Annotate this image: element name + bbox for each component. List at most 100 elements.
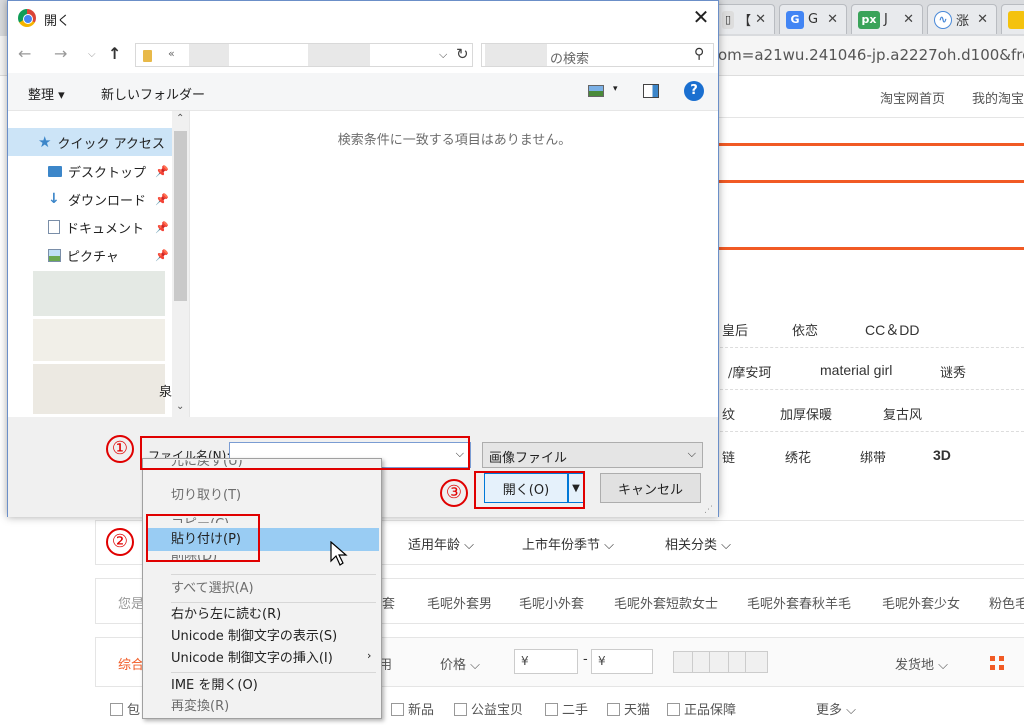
new-folder-button[interactable]: 新しいフォルダー (101, 84, 205, 103)
browser-tab[interactable]: ∿ 涨 ✕ (927, 4, 997, 34)
category-link[interactable]: /摩安珂 (728, 362, 771, 381)
url-text[interactable]: om=a21wu.241046-jp.a2227oh.d100&fron (718, 46, 1024, 64)
sort-price[interactable]: 价格 ⌵ (440, 654, 480, 673)
price-range-chart[interactable] (673, 651, 768, 673)
category-link[interactable]: 绑带 (860, 447, 886, 466)
resize-grip-icon[interactable]: ⋰ (704, 505, 713, 515)
view-icon[interactable] (588, 85, 604, 97)
file-list[interactable]: 検索条件に一致する項目はありません。 (191, 111, 718, 417)
menu-item-open-ime[interactable]: IME を開く(O) (171, 676, 258, 696)
more-filters[interactable]: 更多 ⌵ (816, 699, 856, 718)
ship-from-select[interactable]: 发货地 ⌵ (895, 654, 948, 673)
download-icon: ↓ (48, 191, 60, 207)
sort-default[interactable]: 综合 (118, 654, 144, 673)
nav-desktop[interactable]: デスクトップ 📌 (8, 157, 173, 185)
scroll-down-icon[interactable]: ⌄ (176, 401, 184, 412)
category-link[interactable]: 加厚保暖 (780, 404, 832, 423)
checkbox-secondhand[interactable]: 二手 (545, 699, 588, 718)
close-icon[interactable]: ✕ (755, 12, 766, 27)
tab-label: J (884, 12, 888, 27)
up-arrow-icon[interactable]: ↑ (108, 44, 121, 63)
back-arrow-icon[interactable]: ← (18, 44, 31, 63)
browser-tab[interactable] (1001, 4, 1024, 34)
grid-view-icon[interactable] (990, 656, 1004, 670)
category-link[interactable]: 纹 (722, 404, 735, 423)
recent-dropdown-icon[interactable]: ⌵ (88, 49, 96, 60)
filter-age[interactable]: 适用年龄 ⌵ (408, 534, 474, 553)
category-link[interactable]: 复古风 (883, 404, 922, 423)
redacted-path (189, 44, 229, 66)
suggestion-link[interactable]: 毛呢外套少女 (882, 593, 960, 612)
pin-icon[interactable]: 📌 (155, 193, 169, 206)
step-2-marker: ② (106, 528, 134, 556)
scrollbar-thumb[interactable] (174, 131, 187, 301)
browser-tab[interactable]: px J ✕ (851, 4, 923, 34)
price-from-input[interactable]: ¥ (514, 649, 578, 674)
cancel-button[interactable]: キャンセル (600, 473, 701, 503)
filetype-select[interactable]: 画像ファイル ⌵ (482, 442, 703, 468)
preview-pane-icon[interactable] (643, 84, 659, 98)
menu-item-select-all[interactable]: すべて選択(A) (171, 579, 254, 599)
menu-separator (171, 602, 376, 603)
pin-icon[interactable]: 📌 (155, 221, 169, 234)
checkbox-label: 新品 (408, 703, 435, 718)
pin-icon[interactable]: 📌 (155, 249, 169, 262)
suggestion-link[interactable]: 套 (382, 593, 395, 612)
scroll-up-icon[interactable]: ⌃ (176, 113, 184, 124)
organize-menu[interactable]: 整理 ▾ (28, 84, 65, 103)
browser-tab[interactable]: G G ✕ (779, 4, 847, 34)
pin-icon[interactable]: 📌 (155, 165, 169, 178)
suggestion-link[interactable]: 毛呢外套男 (427, 593, 492, 612)
divider (715, 347, 1024, 348)
category-link[interactable]: material girl (820, 362, 892, 378)
category-link[interactable]: 3D (933, 447, 951, 463)
menu-item-show-unicode[interactable]: Unicode 制御文字の表示(S) (171, 627, 337, 647)
category-link[interactable]: 皇后 (722, 320, 748, 339)
nav-downloads[interactable]: ↓ ダウンロード 📌 (8, 185, 173, 213)
menu-item-reconvert[interactable]: 再変換(R) (171, 697, 229, 717)
checkbox-charity[interactable]: 公益宝贝 (454, 699, 523, 718)
category-link[interactable]: 绣花 (785, 447, 811, 466)
checkbox-new[interactable]: 新品 (391, 699, 434, 718)
nav-pictures[interactable]: ピクチャ 📌 (8, 241, 173, 269)
view-dropdown-icon[interactable]: ▾ (613, 84, 618, 94)
help-icon[interactable]: ? (684, 81, 704, 101)
price-to-input[interactable]: ¥ (591, 649, 653, 674)
suggestion-link[interactable]: 毛呢小外套 (519, 593, 584, 612)
chevron-down-icon[interactable]: ⌵ (688, 447, 696, 461)
nav-quick-access[interactable]: ★ クイック アクセス (8, 128, 173, 156)
category-link[interactable]: 谜秀 (940, 362, 966, 381)
search-icon[interactable]: ⚲ (694, 46, 704, 62)
filter-season[interactable]: 上市年份季节 ⌵ (522, 534, 614, 553)
filter-related[interactable]: 相关分类 ⌵ (665, 534, 731, 553)
checkbox-tmall[interactable]: 天猫 (607, 699, 650, 718)
checkbox-baoyou[interactable]: 包 (110, 699, 140, 718)
close-icon[interactable]: ✕ (903, 12, 914, 27)
close-icon[interactable]: ✕ (827, 12, 838, 27)
checkbox-genuine[interactable]: 正品保障 (667, 699, 736, 718)
suggestion-link[interactable]: 粉色毛 (989, 593, 1024, 612)
suggestion-link[interactable]: 毛呢外套短款女士 (614, 593, 718, 612)
close-icon[interactable]: ✕ (977, 12, 988, 27)
browser-tab[interactable]: ▯ 【 ✕ (715, 4, 775, 34)
px-icon: px (858, 10, 880, 29)
nav-link-home[interactable]: 淘宝网首页 (880, 88, 945, 107)
forward-arrow-icon[interactable]: → (54, 44, 67, 63)
menu-item-insert-unicode[interactable]: Unicode 制御文字の挿入(I) (171, 649, 333, 669)
nav-documents[interactable]: ドキュメント 📌 (8, 213, 173, 241)
nav-link-my-taobao[interactable]: 我的淘宝 (972, 88, 1024, 107)
context-menu: 元に戻す(U) 切り取り(T) コピー(C) 貼り付け(P) 削除(D) すべて… (142, 458, 382, 719)
category-link[interactable]: 链 (722, 447, 735, 466)
redacted-nav-items (33, 271, 165, 316)
menu-item-rtl[interactable]: 右から左に読む(R) (171, 605, 281, 625)
dialog-titlebar[interactable]: 開く ✕ (8, 1, 718, 35)
suggestion-link[interactable]: 毛呢外套春秋羊毛 (747, 593, 851, 612)
search-box[interactable]: の検索 ⚲ (481, 43, 714, 67)
category-link[interactable]: 依恋 (792, 320, 818, 339)
menu-item-cut[interactable]: 切り取り(T) (171, 486, 241, 506)
refresh-icon[interactable]: ↻ (456, 45, 469, 63)
category-link[interactable]: CC＆DD (865, 320, 919, 340)
address-bar[interactable]: « ⌵ ↻ (135, 43, 473, 67)
close-button[interactable]: ✕ (688, 5, 714, 31)
chevron-down-icon[interactable]: ⌵ (439, 48, 447, 62)
